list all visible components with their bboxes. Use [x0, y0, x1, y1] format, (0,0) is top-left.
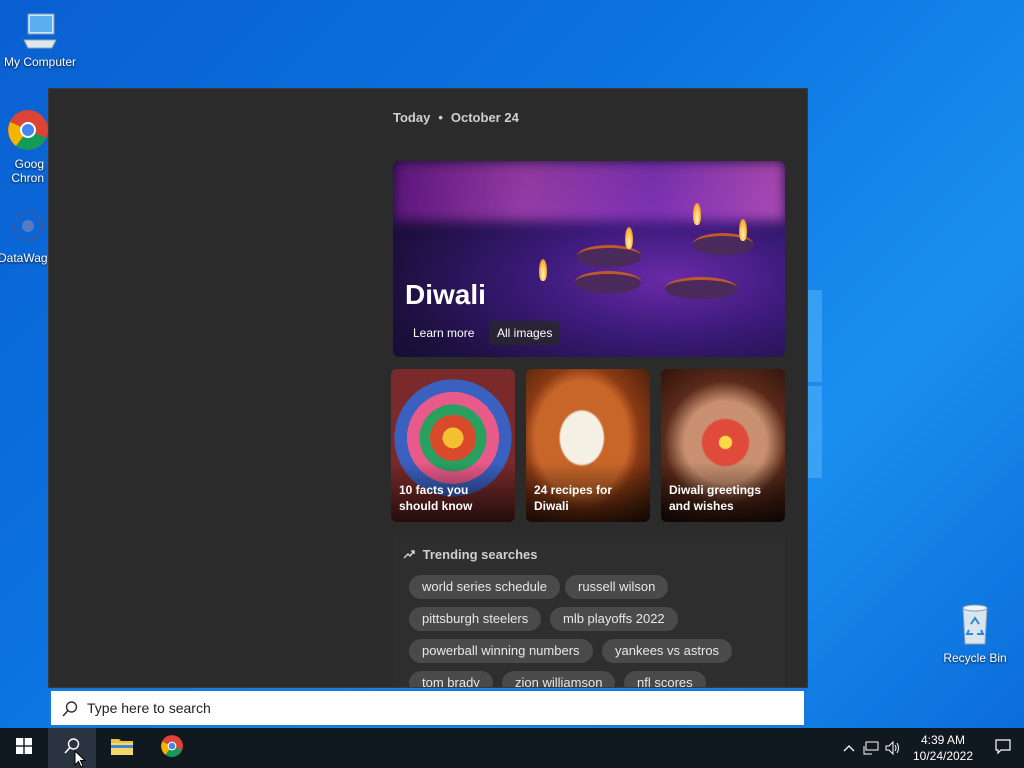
- taskbar-clock[interactable]: 4:39 AM 10/24/2022: [904, 732, 982, 764]
- flame-shape: [625, 227, 633, 249]
- trending-searches-title: Trending searches: [403, 547, 538, 562]
- diya-lamp: [577, 245, 641, 267]
- trending-chip[interactable]: world series schedule: [409, 575, 561, 599]
- diwali-hero-card[interactable]: Diwali Learn more All images: [393, 161, 785, 357]
- start-button[interactable]: [0, 728, 48, 768]
- flame-shape: [539, 259, 547, 281]
- chrome-taskbar-button[interactable]: [148, 728, 196, 768]
- desktop-icon-label: Recycle Bin: [943, 651, 1007, 665]
- hero-background-glow: [393, 161, 785, 221]
- date-separator: •: [438, 110, 443, 125]
- card-caption: Diwali greetings and wishes: [669, 483, 762, 513]
- search-panel-left-pane: [49, 89, 379, 687]
- diya-lamp: [665, 277, 737, 299]
- volume-icon[interactable]: [882, 728, 904, 768]
- computer-icon: [0, 10, 80, 53]
- card-diwali-greetings[interactable]: Diwali greetings and wishes: [661, 369, 785, 522]
- trending-chip[interactable]: mlb playoffs 2022: [550, 607, 678, 631]
- trending-searches-section: Trending searches world series schedule …: [393, 537, 785, 687]
- clock-time: 4:39 AM: [920, 733, 966, 747]
- trending-chip[interactable]: yankees vs astros: [602, 639, 733, 663]
- all-images-button[interactable]: All images: [489, 321, 561, 345]
- date-label: October 24: [450, 110, 519, 125]
- today-label: Today: [393, 110, 431, 125]
- trending-chip[interactable]: pittsburgh steelers: [409, 607, 542, 631]
- card-diwali-facts[interactable]: 10 facts you should know: [391, 369, 515, 522]
- clock-date: 10/24/2022: [912, 749, 974, 763]
- desktop-icon-recycle-bin[interactable]: Recycle Bin: [935, 602, 1015, 665]
- desktop-icon-label: My Computer: [3, 55, 77, 69]
- recycle-bin-icon: [935, 602, 1015, 649]
- taskbar-search-box[interactable]: [49, 689, 806, 727]
- mouse-cursor-icon: [74, 749, 87, 768]
- notification-icon: [995, 738, 1011, 758]
- card-diwali-recipes[interactable]: 24 recipes for Diwali: [526, 369, 650, 522]
- trending-arrow-icon: [403, 547, 419, 562]
- today-date-line: Today • October 24: [393, 110, 519, 125]
- search-icon: [61, 700, 79, 718]
- flame-shape: [693, 203, 701, 225]
- flame-shape: [739, 219, 747, 241]
- trending-title-text: Trending searches: [422, 547, 538, 562]
- hero-title: Diwali: [405, 279, 486, 310]
- trending-chip[interactable]: nfl scores: [624, 671, 706, 687]
- diya-lamp: [575, 271, 641, 293]
- windows-logo-icon: [16, 737, 32, 759]
- desktop-light-beam: [808, 386, 822, 478]
- trending-chip[interactable]: tom brady: [409, 671, 493, 687]
- taskbar: 4:39 AM 10/24/2022: [0, 728, 1024, 768]
- folder-icon: [110, 736, 134, 761]
- desktop-light-beam: [808, 290, 822, 382]
- search-input[interactable]: [87, 691, 787, 725]
- card-caption: 10 facts you should know: [399, 483, 473, 513]
- learn-more-button[interactable]: Learn more: [405, 321, 482, 345]
- search-panel: Today • October 24 Diwali Learn more All i…: [48, 88, 808, 688]
- trending-chip[interactable]: russell wilson: [565, 575, 669, 599]
- card-caption: 24 recipes for Diwali: [534, 483, 613, 513]
- action-center-button[interactable]: [982, 728, 1024, 768]
- desktop-icon-my-computer[interactable]: My Computer: [0, 10, 80, 69]
- network-icon[interactable]: [860, 728, 882, 768]
- system-tray: 4:39 AM 10/24/2022: [838, 728, 1024, 768]
- chrome-icon: [160, 734, 184, 763]
- taskbar-search-button[interactable]: [48, 728, 96, 768]
- file-explorer-button[interactable]: [98, 728, 146, 768]
- trending-chip[interactable]: zion williamson: [502, 671, 616, 687]
- show-hidden-icons-chevron-up-icon[interactable]: [838, 728, 860, 768]
- trending-chip[interactable]: powerball winning numbers: [409, 639, 593, 663]
